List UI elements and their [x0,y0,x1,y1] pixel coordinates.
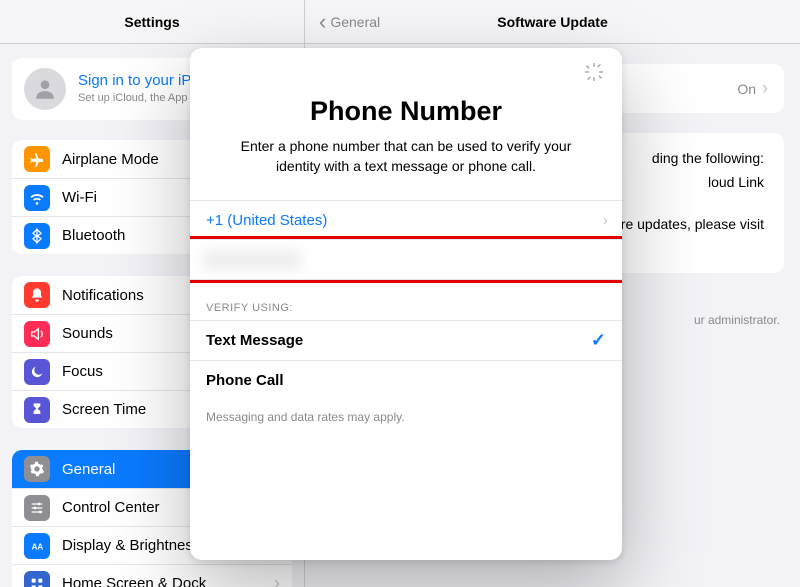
option-label: Phone Call [206,372,284,389]
country-label: +1 (United States) [206,212,327,229]
display-icon: AA [24,533,50,559]
modal-title: Phone Number [190,96,622,127]
verify-option-phone-call[interactable]: Phone Call [190,360,622,400]
grid-icon [24,571,50,587]
hourglass-icon [24,397,50,423]
redacted-phone [202,250,302,270]
speaker-icon [24,321,50,347]
detail-nav: ‹ General Software Update [305,0,800,43]
sidebar-item-label: Home Screen & Dock [62,575,262,587]
chevron-right-icon: › [274,573,280,587]
bluetooth-icon [24,223,50,249]
rates-note: Messaging and data rates may apply. [190,400,622,434]
auto-update-value: On [737,81,756,97]
back-button[interactable]: ‹ General [319,11,380,33]
sliders-icon [24,495,50,521]
sidebar-item-label: Wi-Fi [62,189,209,206]
gear-icon [24,456,50,482]
phone-input[interactable] [190,240,622,280]
chevron-right-icon: › [603,212,608,229]
top-bar: Settings ‹ General Software Update [0,0,800,44]
detail-title: Software Update [497,14,607,30]
modal-subtitle: Enter a phone number that can be used to… [190,127,622,200]
phone-number-modal: Phone Number Enter a phone number that c… [190,48,622,560]
svg-text:AA: AA [32,542,44,551]
spinner-icon [584,62,604,82]
checkmark-icon: ✓ [591,330,606,351]
airplane-icon [24,146,50,172]
avatar-icon [24,68,66,110]
settings-title: Settings [0,0,305,43]
chevron-left-icon: ‹ [319,11,326,33]
verify-header: VERIFY USING: [190,280,622,320]
bell-icon [24,282,50,308]
sidebar-item-home-screen[interactable]: Home Screen & Dock › [12,564,292,587]
option-label: Text Message [206,332,303,349]
chevron-right-icon: › [762,78,768,98]
verify-option-text-message[interactable]: Text Message ✓ [190,320,622,360]
back-label: General [330,14,380,30]
country-selector[interactable]: +1 (United States) › [190,200,622,240]
wifi-icon [24,185,50,211]
moon-icon [24,359,50,385]
